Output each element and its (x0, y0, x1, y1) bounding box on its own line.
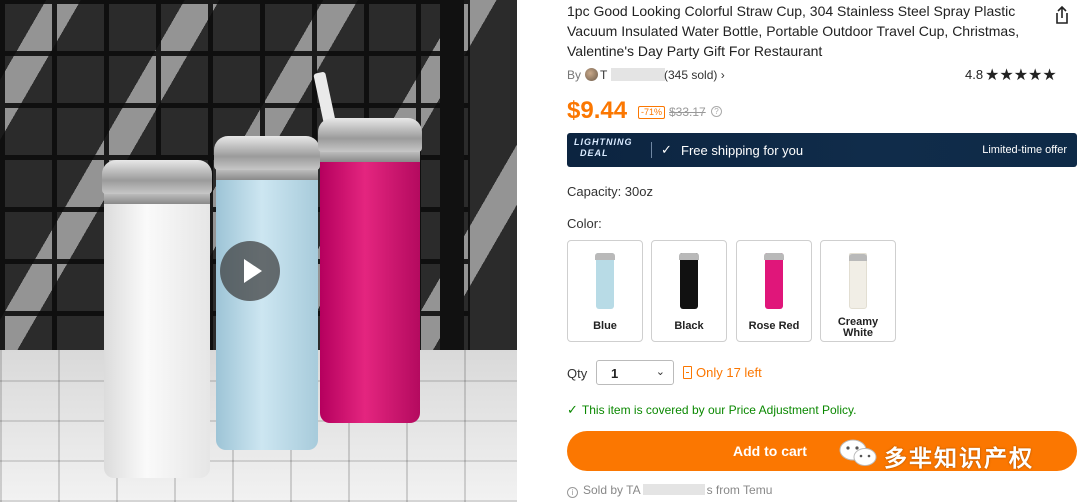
chevron-down-icon: ⌄ (655, 366, 665, 378)
redacted-seller-name (611, 68, 665, 81)
policy-text: This item is covered by our Price Adjust… (581, 403, 857, 417)
color-label: Color: (567, 216, 602, 231)
quantity-select[interactable]: 1 ⌄ (596, 360, 674, 385)
rating-stars-icon[interactable]: ★★★★★ (985, 65, 1057, 85)
price-adjustment-policy[interactable]: ✓ This item is covered by our Price Adjus… (567, 402, 856, 418)
background-post (440, 0, 464, 400)
original-price: $33.17 (669, 105, 706, 119)
color-option-rose-red[interactable]: Rose Red (736, 240, 812, 342)
tumbler-thumbnail (764, 253, 784, 309)
quantity-value: 1 (611, 366, 619, 381)
product-title: 1pc Good Looking Colorful Straw Cup, 304… (567, 3, 1020, 59)
capacity-label: Capacity: 30oz (567, 184, 653, 199)
watermark: 多芈知识产权 (838, 434, 1070, 472)
limited-time-offer: Limited-time offer (982, 144, 1067, 156)
tumbler-thumbnail (679, 253, 699, 309)
discount-badge: -71% (638, 106, 666, 119)
tumbler-white (102, 160, 212, 478)
stock-remaining: Only 17 left (696, 365, 762, 380)
tumbler-thumbnail (849, 253, 867, 309)
check-icon: ✓ (567, 402, 578, 417)
color-option-creamy-white[interactable]: Creamy White (820, 240, 896, 342)
price-info-icon[interactable]: ? (711, 106, 722, 117)
color-option-label: Black (674, 320, 704, 332)
play-icon (244, 259, 262, 283)
qty-label: Qty (567, 366, 588, 381)
product-image-gallery[interactable] (0, 0, 517, 502)
tumbler-pink (318, 118, 422, 423)
seller-name[interactable]: T (600, 68, 607, 82)
price-row: $9.44 -71% $33.17 ? (567, 97, 867, 127)
free-shipping-text: Free shipping for you (681, 143, 804, 158)
color-option-label: Blue (593, 320, 617, 332)
color-option-label: Creamy White (837, 316, 879, 339)
quantity-row: Qty 1 ⌄ Only 17 left (567, 360, 827, 386)
video-play-button[interactable] (220, 241, 280, 301)
color-option-blue[interactable]: Blue (567, 240, 643, 342)
watermark-text: 多芈知识产权 (884, 445, 1034, 471)
tumbler-thumbnail (595, 253, 615, 309)
seller-row: By T (345 sold) › 4.8 ★★★★★ (567, 66, 1077, 84)
sold-by-suffix: s from Temu (706, 483, 773, 497)
banner-divider (651, 142, 652, 158)
current-price: $9.44 (567, 97, 628, 124)
redacted-seller (642, 484, 705, 495)
product-info-panel: 1pc Good Looking Colorful Straw Cup, 304… (567, 0, 1080, 502)
check-icon: ✓ (661, 142, 672, 157)
color-swatches: Blue Black Rose Red Creamy White (567, 240, 907, 342)
lightning-deal-banner[interactable]: LIGHTNING DEAL ✓ Free shipping for you L… (567, 133, 1077, 167)
color-option-black[interactable]: Black (651, 240, 727, 342)
sold-count-link[interactable]: (345 sold) › (664, 68, 725, 82)
share-icon[interactable] (1051, 4, 1073, 26)
seller-avatar (585, 68, 598, 81)
hourglass-icon (683, 366, 692, 379)
info-icon: i (567, 487, 578, 498)
by-label: By (567, 68, 582, 82)
sold-by-prefix: Sold by TA (583, 483, 641, 497)
rating-value: 4.8 (965, 67, 984, 82)
lightning-deal-logo: LIGHTNING DEAL (574, 137, 633, 158)
add-to-cart-label: Add to cart (733, 443, 807, 459)
color-option-label: Rose Red (748, 320, 800, 332)
wechat-logo-icon (839, 439, 877, 466)
sold-by-line: i Sold by TA s from Temu (567, 483, 772, 498)
